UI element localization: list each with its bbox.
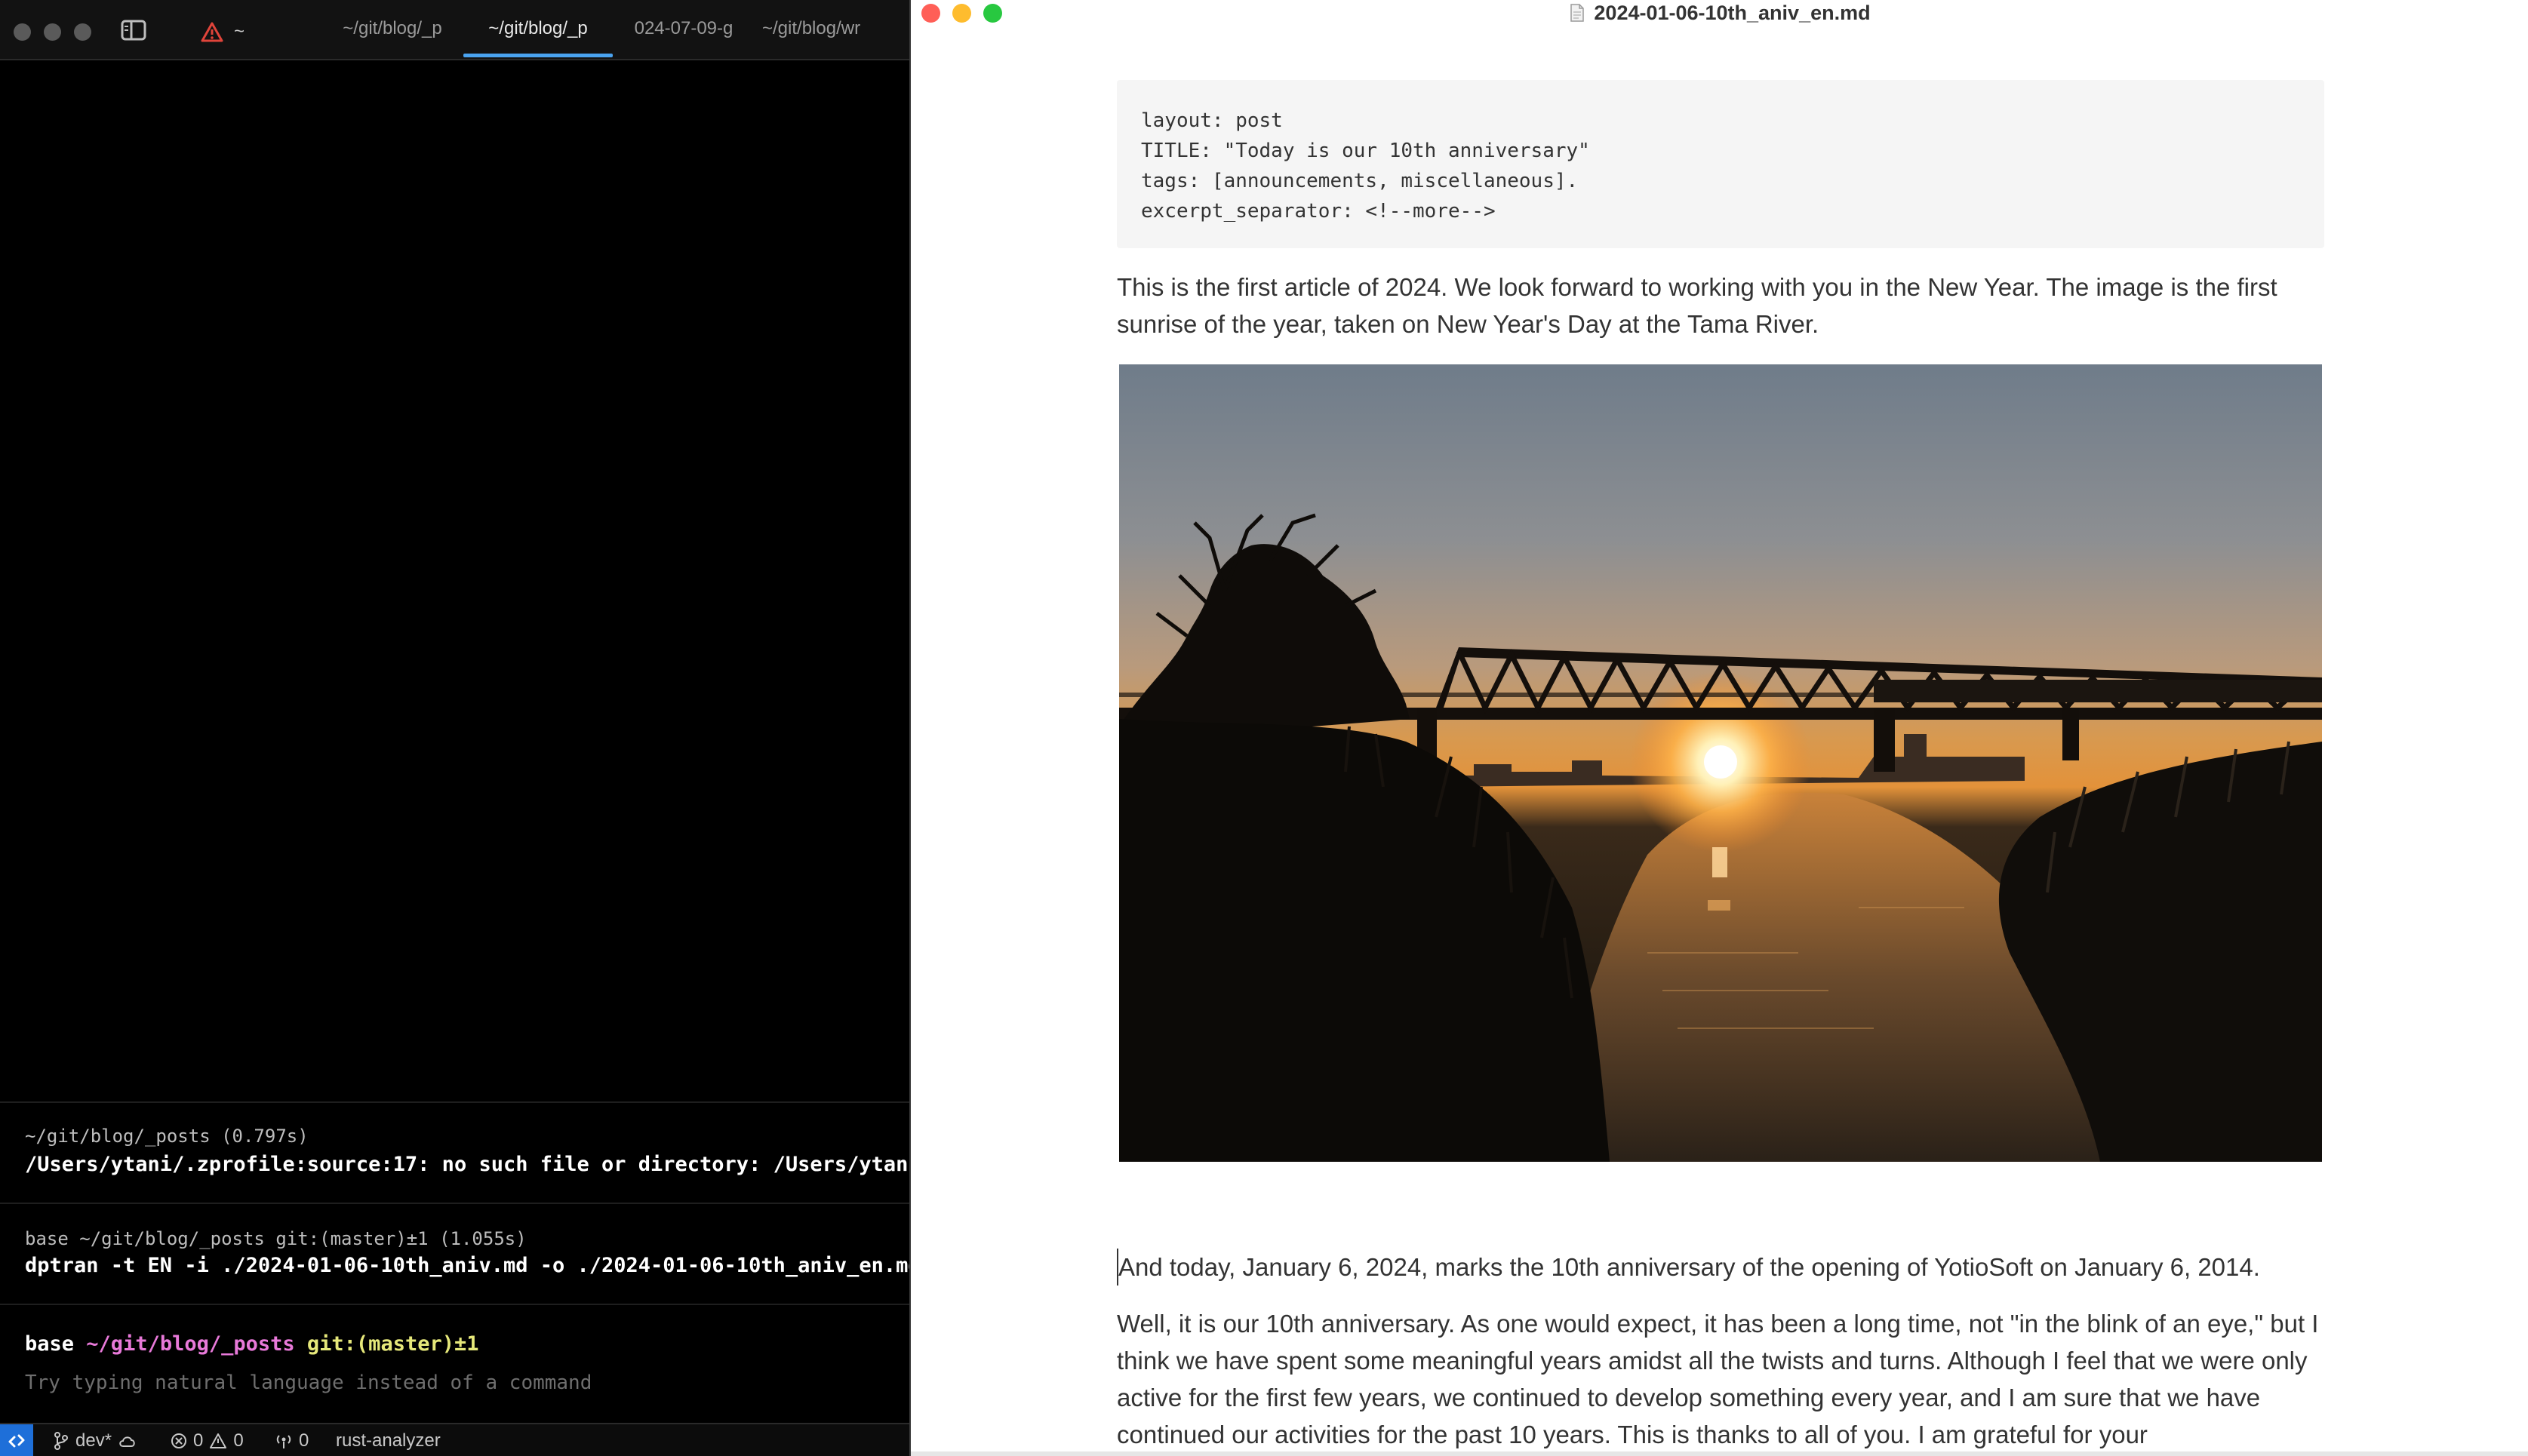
front-matter-block: layout: post TITLE: "Today is our 10th a… — [1117, 80, 2324, 248]
error-icon — [171, 1433, 186, 1448]
zoom-button[interactable] — [983, 4, 1002, 23]
block-command: dptran -t EN -i ./2024-01-06-10th_aniv.m… — [25, 1254, 909, 1277]
window-close-button[interactable] — [14, 23, 31, 41]
command-input[interactable]: Try typing natural language instead of a… — [25, 1372, 592, 1394]
minimize-button[interactable] — [952, 4, 971, 23]
tab-label: ~ — [234, 21, 245, 41]
prompt-env: base — [25, 1332, 75, 1356]
git-branch-icon — [54, 1432, 68, 1450]
tab-label: ~/git/blog/wr — [762, 18, 861, 38]
git-branch-status[interactable]: dev* — [53, 1424, 137, 1456]
block-header: base ~/git/blog/_posts git:(master)±1 (1… — [25, 1228, 527, 1249]
warning-icon — [201, 22, 223, 42]
ports-count: 0 — [299, 1430, 309, 1451]
body-paragraph: Well, it is our 10th anniversary. As one… — [1117, 1310, 2319, 1448]
close-button[interactable] — [921, 4, 940, 23]
front-matter-line: excerpt_separator: <!--more--> — [1141, 200, 1496, 223]
prompt-git-status: git:(master)±1 — [306, 1332, 479, 1356]
block-header: ~/git/blog/_posts (0.797s) — [25, 1126, 309, 1147]
window-title: 2024-01-06-10th_aniv_en.md — [911, 0, 2528, 26]
command-prompt[interactable]: base ~/git/blog/_posts git:(master)±1 Tr… — [0, 1304, 909, 1424]
terminal-window: ~ ~/git/blog/_p ~/git/blog/_p 024-07-09-… — [0, 0, 909, 1456]
tab-home[interactable]: ~ — [201, 17, 244, 47]
tab-label: 024-07-09-g — [634, 18, 733, 38]
title-bar: 2024-01-06-10th_aniv_en.md — [911, 0, 2528, 27]
window-zoom-button[interactable] — [74, 23, 91, 41]
markdown-viewer-window: 2024-01-06-10th_aniv_en.md layout: post … — [909, 0, 2528, 1456]
sunrise-photo-graphic — [1119, 364, 2322, 1162]
remote-icon — [8, 1434, 25, 1448]
file-name: 2024-01-06-10th_aniv_en.md — [1594, 1, 1871, 24]
front-matter-line: tags: [announcements, miscellaneous]. — [1141, 170, 1579, 192]
front-matter-line: layout: post — [1141, 109, 1283, 132]
cloud-sync-icon — [119, 1436, 135, 1447]
tab-label: ~/git/blog/_p — [343, 18, 442, 38]
window-bottom-edge — [911, 1451, 2528, 1456]
tab-blog-wr[interactable]: ~/git/blog/wr — [762, 0, 909, 57]
terminal-tab-bar: ~ ~/git/blog/_p ~/git/blog/_p 024-07-09-… — [0, 0, 909, 60]
status-bar: dev* 0 0 0 rust-analyzer — [0, 1423, 909, 1456]
warning-count: 0 — [233, 1430, 244, 1451]
window-minimize-button[interactable] — [44, 23, 61, 41]
tab-blog-posts-1[interactable]: ~/git/blog/_p — [321, 0, 464, 57]
warning-icon — [210, 1433, 227, 1448]
sunrise-photo — [1119, 364, 2322, 1162]
error-count: 0 — [193, 1430, 204, 1451]
language-server-status[interactable]: rust-analyzer — [336, 1424, 441, 1456]
terminal-block[interactable]: base ~/git/blog/_posts git:(master)±1 (1… — [0, 1203, 909, 1304]
terminal-block[interactable]: ~/git/blog/_posts (0.797s) /Users/ytani/… — [0, 1101, 909, 1203]
language-server-name: rust-analyzer — [336, 1430, 441, 1451]
prompt-context: base ~/git/blog/_posts git:(master)±1 — [25, 1332, 478, 1356]
prompt-path: ~/git/blog/_posts — [86, 1332, 295, 1356]
front-matter-line: TITLE: "Today is our 10th anniversary" — [1141, 140, 1590, 162]
ports-status[interactable]: 0 — [275, 1424, 309, 1456]
sidebar-toggle-icon[interactable] — [121, 20, 146, 41]
anniversary-paragraph[interactable]: And today, January 6, 2024, marks the 10… — [1117, 1249, 2326, 1286]
broadcast-icon — [276, 1435, 291, 1448]
document-icon — [1570, 4, 1585, 22]
intro-paragraph: This is the first article of 2024. We lo… — [1117, 273, 2277, 338]
block-output: /Users/ytani/.zprofile:source:17: no suc… — [25, 1153, 909, 1176]
tab-label: ~/git/blog/_p — [488, 18, 588, 38]
tab-blog-posts-active[interactable]: ~/git/blog/_p — [463, 0, 613, 57]
remote-indicator-button[interactable] — [0, 1424, 33, 1456]
git-branch-name: dev* — [75, 1430, 112, 1451]
problems-status[interactable]: 0 0 — [171, 1424, 244, 1456]
tab-2024-07-09[interactable]: 024-07-09-g — [613, 0, 755, 57]
